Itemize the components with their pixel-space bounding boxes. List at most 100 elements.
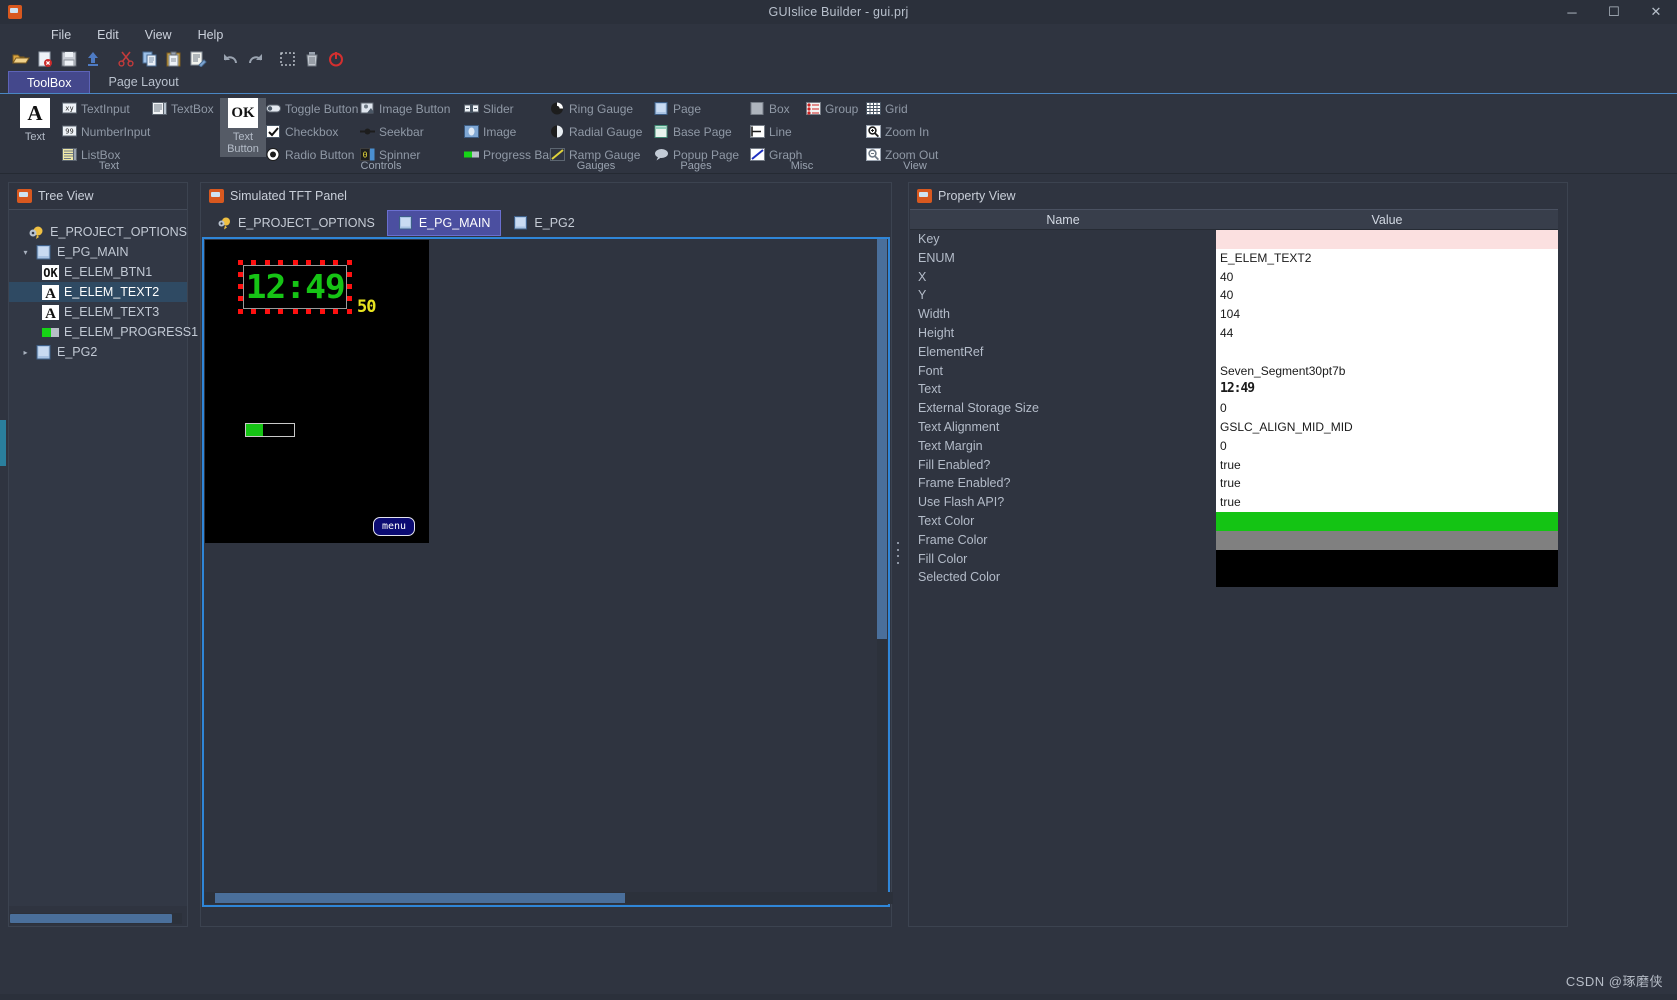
- select-all-icon[interactable]: [277, 48, 299, 70]
- tree-node-elem-text3[interactable]: A E_ELEM_TEXT3: [9, 302, 187, 322]
- property-value[interactable]: true: [1216, 474, 1558, 493]
- element-btn1-menu-button[interactable]: menu: [373, 517, 415, 536]
- property-row-frame-color[interactable]: Frame Color: [910, 531, 1558, 550]
- tree-node-pg-main[interactable]: ▾ E_PG_MAIN: [9, 242, 187, 262]
- exit-icon[interactable]: [325, 48, 347, 70]
- sim-horizontal-scrollbar[interactable]: [205, 892, 893, 904]
- sim-canvas[interactable]: 12:49 50 menu: [202, 237, 890, 907]
- code-generate-icon[interactable]: [187, 48, 209, 70]
- property-value[interactable]: 40: [1216, 268, 1558, 287]
- tree-node-project-options[interactable]: E_PROJECT_OPTIONS: [9, 222, 187, 242]
- tree-node-pg2[interactable]: ▸ E_PG2: [9, 342, 187, 362]
- sim-tab-project-options[interactable]: E_PROJECT_OPTIONS: [207, 210, 385, 236]
- property-row-fill-enabled[interactable]: Fill Enabled? true: [910, 456, 1558, 475]
- property-value[interactable]: 0: [1216, 437, 1558, 456]
- toolbox-item-grid[interactable]: Grid: [866, 100, 908, 117]
- toolbox-item-seekbar[interactable]: Seekbar: [360, 123, 424, 140]
- property-row-font[interactable]: Font Seven_Segment30pt7b: [910, 362, 1558, 381]
- tree-node-elem-text2[interactable]: A E_ELEM_TEXT2: [9, 282, 187, 302]
- property-row-fill-color[interactable]: Fill Color: [910, 550, 1558, 569]
- tree-expander[interactable]: ▸: [21, 348, 30, 357]
- tree-expander[interactable]: ▾: [21, 248, 30, 257]
- property-value[interactable]: 12:49: [1216, 380, 1558, 399]
- property-value[interactable]: 0: [1216, 399, 1558, 418]
- close-button[interactable]: ✕: [1635, 0, 1677, 24]
- toolbox-item-box[interactable]: Box: [750, 100, 790, 117]
- save-project-icon[interactable]: [58, 48, 80, 70]
- toolbox-item-group[interactable]: Group: [806, 100, 858, 117]
- element-text3-value[interactable]: 50: [357, 297, 375, 317]
- tree-node-elem-progress1[interactable]: E_ELEM_PROGRESS1: [9, 322, 187, 342]
- sim-tab-pg2[interactable]: E_PG2: [503, 210, 584, 236]
- property-row-selected-color[interactable]: Selected Color: [910, 568, 1558, 587]
- property-value[interactable]: true: [1216, 456, 1558, 475]
- toolbox-item-text-button[interactable]: OK Text Button: [220, 98, 266, 157]
- selection-handles[interactable]: [238, 260, 352, 314]
- property-value[interactable]: GSLC_ALIGN_MID_MID: [1216, 418, 1558, 437]
- property-value[interactable]: true: [1216, 493, 1558, 512]
- property-row-frame-enabled[interactable]: Frame Enabled? true: [910, 474, 1558, 493]
- property-row-x[interactable]: X 40: [910, 268, 1558, 287]
- menu-edit[interactable]: Edit: [84, 26, 132, 44]
- property-row-text[interactable]: Text 12:49: [910, 380, 1558, 399]
- property-value[interactable]: E_ELEM_TEXT2: [1216, 249, 1558, 268]
- tree-horizontal-scrollbar[interactable]: [10, 913, 182, 924]
- menu-view[interactable]: View: [132, 26, 185, 44]
- cut-icon[interactable]: [115, 48, 137, 70]
- property-value[interactable]: 104: [1216, 305, 1558, 324]
- menu-help[interactable]: Help: [185, 26, 237, 44]
- scrollbar-thumb[interactable]: [10, 914, 172, 923]
- menu-file[interactable]: File: [38, 26, 84, 44]
- export-project-icon[interactable]: [82, 48, 104, 70]
- property-value[interactable]: [1216, 531, 1558, 550]
- toolbox-item-textbox[interactable]: TextBox: [152, 100, 214, 117]
- property-row-text-color[interactable]: Text Color: [910, 512, 1558, 531]
- property-value[interactable]: 40: [1216, 286, 1558, 305]
- toolbox-item-base-page[interactable]: Base Page: [654, 123, 732, 140]
- element-text2-clock[interactable]: 12:49: [243, 265, 347, 309]
- property-value[interactable]: [1216, 230, 1558, 249]
- property-row-text-alignment[interactable]: Text Alignment GSLC_ALIGN_MID_MID: [910, 418, 1558, 437]
- toolbox-item-zoom-in[interactable]: Zoom In: [866, 123, 929, 140]
- scrollbar-thumb[interactable]: [877, 239, 887, 639]
- toolbox-item-toggle-button[interactable]: Toggle Button: [266, 100, 358, 117]
- property-value[interactable]: [1216, 512, 1558, 531]
- left-edge-scrollbar[interactable]: [0, 420, 6, 466]
- close-project-icon[interactable]: [34, 48, 56, 70]
- panel-splitter-handle[interactable]: [896, 542, 900, 564]
- toolbox-item-line[interactable]: Line: [750, 123, 792, 140]
- property-row-enum[interactable]: ENUM E_ELEM_TEXT2: [910, 249, 1558, 268]
- copy-icon[interactable]: [139, 48, 161, 70]
- tree-node-elem-btn1[interactable]: OK E_ELEM_BTN1: [9, 262, 187, 282]
- toolbox-item-slider[interactable]: Slider: [464, 100, 514, 117]
- undo-icon[interactable]: [220, 48, 242, 70]
- sim-tab-pg-main[interactable]: E_PG_MAIN: [387, 210, 502, 236]
- property-value[interactable]: [1216, 550, 1558, 569]
- minimize-button[interactable]: ─: [1551, 0, 1593, 24]
- toolbox-item-ring-gauge[interactable]: Ring Gauge: [550, 100, 633, 117]
- element-progress1[interactable]: [245, 423, 295, 437]
- tab-page-layout[interactable]: Page Layout: [90, 71, 196, 93]
- scrollbar-thumb[interactable]: [215, 893, 625, 903]
- property-row-key[interactable]: Key: [910, 230, 1558, 249]
- delete-icon[interactable]: [301, 48, 323, 70]
- property-row-text-margin[interactable]: Text Margin 0: [910, 437, 1558, 456]
- maximize-button[interactable]: ☐: [1593, 0, 1635, 24]
- toolbox-item-text[interactable]: A Text: [12, 98, 58, 143]
- property-row-elementref[interactable]: ElementRef: [910, 343, 1558, 362]
- property-value[interactable]: 44: [1216, 324, 1558, 343]
- toolbox-item-page[interactable]: Page: [654, 100, 701, 117]
- property-value[interactable]: [1216, 568, 1558, 587]
- property-value[interactable]: [1216, 343, 1558, 362]
- property-row-height[interactable]: Height 44: [910, 324, 1558, 343]
- toolbox-item-textinput[interactable]: xy TextInput: [62, 100, 130, 117]
- toolbox-item-image[interactable]: Image: [464, 123, 516, 140]
- tab-toolbox[interactable]: ToolBox: [8, 71, 90, 93]
- property-value[interactable]: Seven_Segment30pt7b: [1216, 362, 1558, 381]
- property-row-external-storage-size[interactable]: External Storage Size 0: [910, 399, 1558, 418]
- toolbox-item-image-button[interactable]: Image Button: [360, 100, 450, 117]
- toolbox-item-radial-gauge[interactable]: Radial Gauge: [550, 123, 642, 140]
- toolbox-item-checkbox[interactable]: Checkbox: [266, 123, 338, 140]
- toolbox-item-numberinput[interactable]: 99 NumberInput: [62, 123, 150, 140]
- sim-vertical-scrollbar[interactable]: [877, 239, 887, 905]
